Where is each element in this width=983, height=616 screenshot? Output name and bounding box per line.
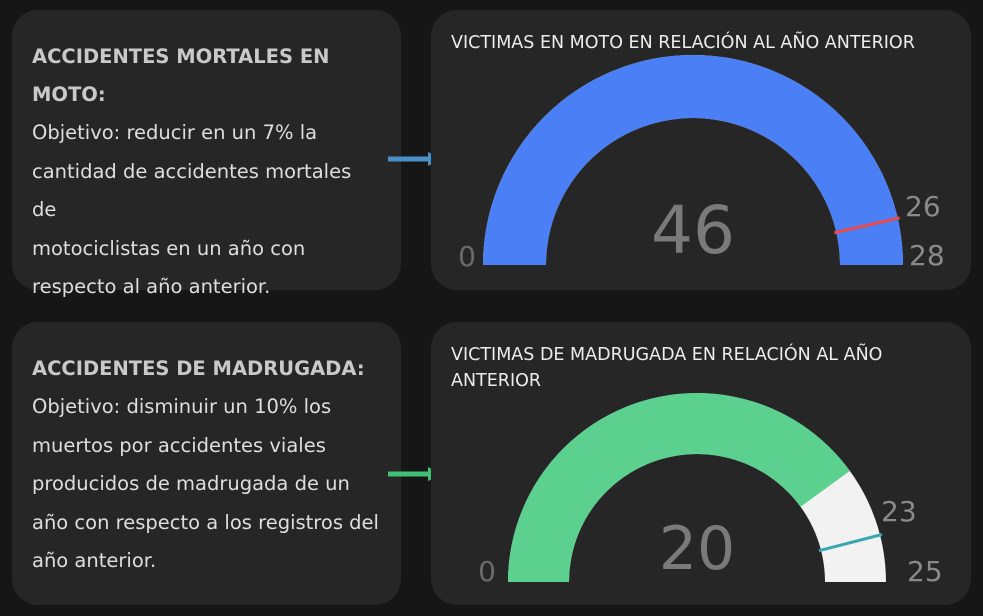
gauge-value-label: 20 bbox=[659, 514, 735, 584]
gauge-chart: 20 0 23 25 bbox=[478, 393, 943, 588]
objective-line: año con respecto a los registros del bbox=[32, 510, 379, 534]
gauge-value-label: 46 bbox=[651, 192, 735, 269]
objective-line: año anterior. bbox=[32, 549, 157, 572]
gauge-min-label: 0 bbox=[458, 240, 476, 273]
gauge-min-label: 0 bbox=[478, 555, 496, 588]
gauge-card-madrugada: VICTIMAS DE MADRUGADA EN RELACIÓN AL AÑO… bbox=[431, 322, 971, 605]
gauge-max-label: 28 bbox=[909, 239, 945, 272]
objective-line: Objetivo: disminuir un 10% los bbox=[32, 395, 332, 418]
gauge-target-label: 23 bbox=[881, 495, 917, 528]
objective-title: ACCIDENTES MORTALES EN MOTO: bbox=[32, 45, 330, 106]
gauge-target-label: 26 bbox=[905, 190, 941, 223]
objective-line: muertos por accidentes viales bbox=[32, 433, 326, 457]
gauge-card-moto: VICTIMAS EN MOTO EN RELACIÓN AL AÑO ANTE… bbox=[431, 10, 971, 290]
objective-card-moto: ACCIDENTES MORTALES EN MOTO: Objetivo: r… bbox=[12, 10, 401, 298]
gauge-chart: 46 0 26 28 bbox=[458, 55, 945, 273]
objective-line: respecto al año anterior. bbox=[32, 275, 271, 298]
objective-card-madrugada: ACCIDENTES DE MADRUGADA: Objetivo: dismi… bbox=[12, 322, 401, 605]
gauge-max-label: 25 bbox=[907, 555, 943, 588]
objective-title: ACCIDENTES DE MADRUGADA: bbox=[32, 357, 365, 380]
objective-line: cantidad de accidentes mortales de bbox=[32, 159, 352, 222]
objective-line: Objetivo: reducir en un 7% la bbox=[32, 121, 318, 144]
objective-line: producidos de madrugada de un bbox=[32, 472, 350, 495]
objective-line: motociclistas en un año con bbox=[32, 236, 306, 260]
